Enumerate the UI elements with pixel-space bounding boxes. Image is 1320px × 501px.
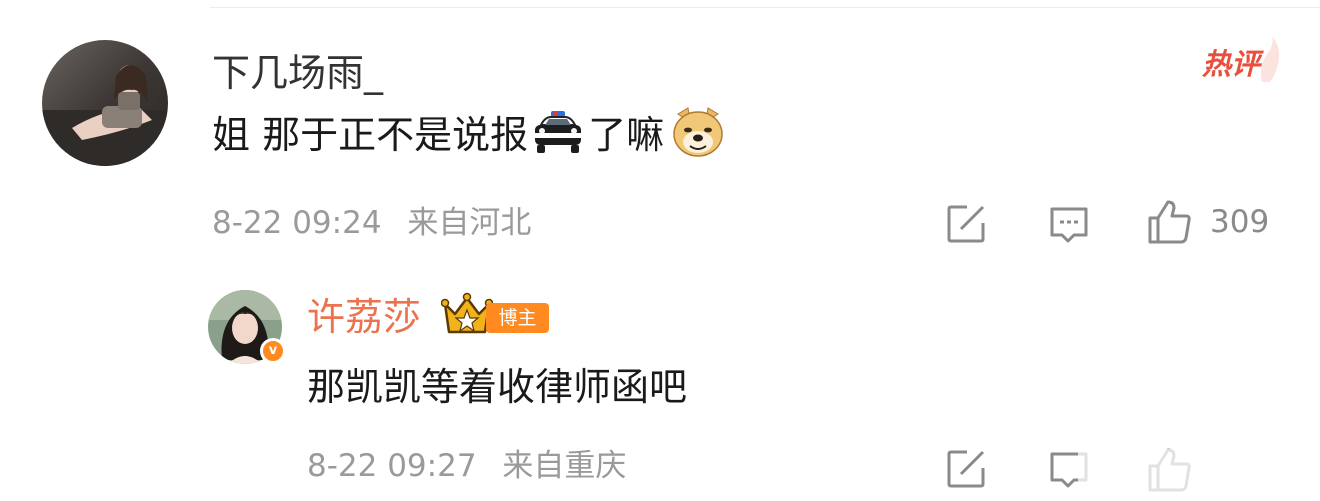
comment-location: 来自河北 bbox=[407, 205, 532, 241]
comment-text-part-2: 了嘛 bbox=[588, 113, 665, 157]
commenter-username[interactable]: 下几场雨_ bbox=[212, 54, 383, 92]
comment-icon[interactable] bbox=[1048, 205, 1090, 249]
comment-text: 姐 那于正不是说报 了嘛 bbox=[212, 104, 726, 166]
doge-emoji bbox=[670, 104, 726, 166]
like-count: 309 bbox=[1210, 204, 1270, 240]
reply-meta: 8-22 09:27 来自重庆 bbox=[307, 451, 626, 482]
thumbs-up-icon[interactable] bbox=[1146, 198, 1194, 250]
top-divider bbox=[210, 7, 1320, 8]
reply-location: 来自重庆 bbox=[502, 448, 627, 484]
hot-comment-label: 热评 bbox=[1202, 47, 1261, 81]
hot-comment-badge: 热评 bbox=[1200, 34, 1284, 86]
comment-meta: 8-22 09:24 来自河北 bbox=[212, 208, 531, 239]
blogger-crown-badge: 博主 bbox=[441, 292, 553, 338]
reply-text: 那凯凯等着收律师函吧 bbox=[307, 365, 688, 409]
reply-time: 8-22 09:27 bbox=[307, 448, 477, 484]
comment-time: 8-22 09:24 bbox=[212, 205, 382, 241]
blogger-tag: 博主 bbox=[486, 303, 549, 333]
blogger-username[interactable]: 许荔莎 bbox=[307, 298, 421, 336]
police-car-emoji bbox=[529, 103, 587, 167]
share-icon[interactable] bbox=[945, 203, 987, 249]
comment-text-part-1: 姐 那于正不是说报 bbox=[212, 113, 529, 157]
reply-share-icon[interactable] bbox=[945, 448, 987, 494]
commenter-avatar[interactable] bbox=[42, 40, 168, 166]
watermark-overlay bbox=[1078, 449, 1320, 501]
verified-icon: v bbox=[260, 338, 286, 364]
